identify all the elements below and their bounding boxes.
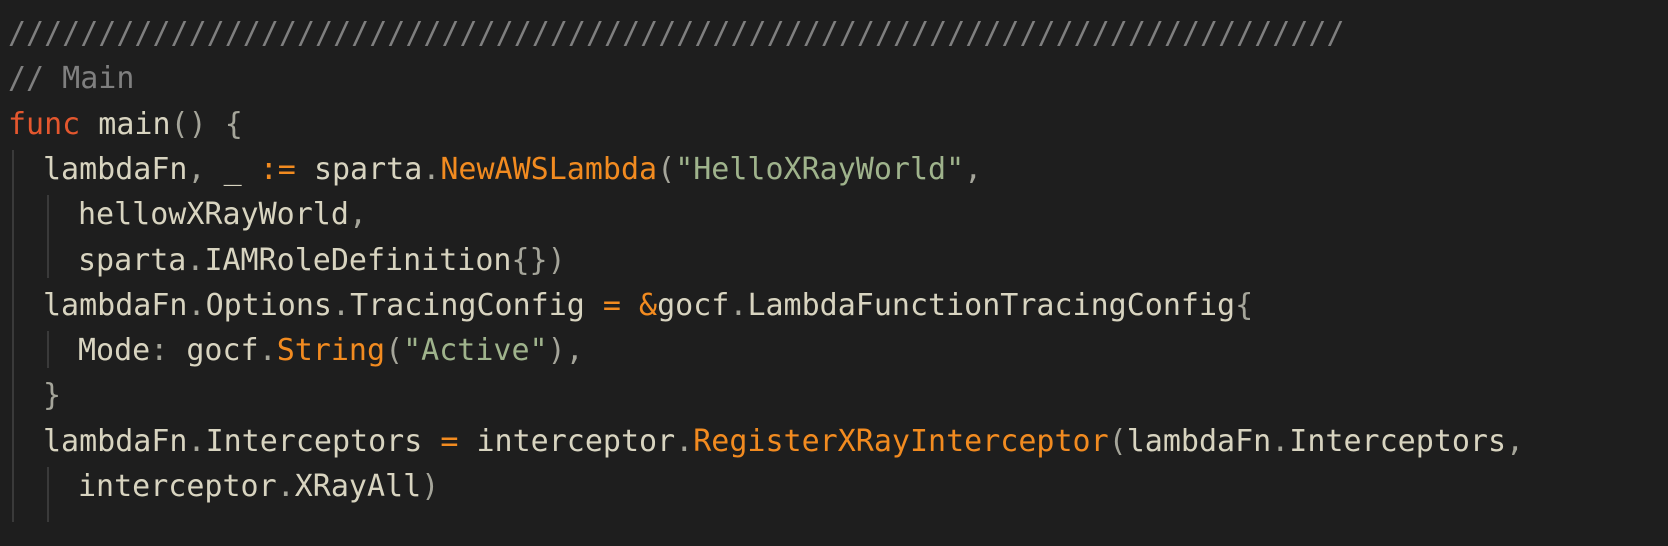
code-token-func: NewAWSLambda	[440, 151, 658, 187]
code-token-keyword: func	[8, 106, 81, 142]
code-editor[interactable]: ////////////////////////////////////////…	[0, 0, 1668, 546]
code-token-punct: :	[150, 333, 187, 369]
code-token-punct: (	[657, 151, 676, 187]
code-token-op: = &	[584, 287, 658, 323]
code-token-ident: lambdaFn	[43, 151, 188, 187]
code-token-string: "Active"	[403, 333, 548, 369]
code-token-ident: LambdaFunctionTracingConfig	[747, 287, 1236, 323]
code-line: hellowXRayWorld,	[78, 191, 367, 239]
code-token-ident: XRayAll	[294, 469, 422, 504]
code-token-punct: .	[258, 333, 277, 369]
code-token-ident: hellowXRayWorld	[78, 197, 349, 233]
code-token-punct: .	[187, 423, 206, 459]
code-token-punct: .	[332, 287, 351, 323]
code-token-ident: sparta	[78, 242, 187, 278]
code-token-ident: interceptor	[476, 423, 676, 459]
indent-guide	[12, 149, 14, 523]
code-token-ident: Mode	[78, 333, 151, 369]
code-line: sparta.IAMRoleDefinition{})	[78, 237, 566, 285]
code-line: lambdaFn.Interceptors = interceptor.Regi…	[43, 418, 1524, 466]
code-token-punct: ,	[348, 197, 367, 233]
indent-guide	[47, 195, 49, 278]
code-token-comment: ////////////////////////////////////////…	[8, 16, 1345, 51]
code-token-punct: .	[675, 423, 694, 459]
code-token-punct: )	[421, 469, 440, 504]
code-token-punct: .	[276, 469, 295, 504]
code-token-ident: Options	[205, 287, 332, 323]
code-token-punct: .	[422, 151, 441, 187]
code-line: Mode: gocf.String("Active"),	[78, 327, 584, 375]
code-token-punct: .	[1271, 423, 1290, 459]
code-token-punct: .	[186, 242, 205, 278]
code-token-punct: (	[1108, 423, 1127, 459]
code-token-string: "HelloXRayWorld"	[675, 151, 965, 187]
code-line: // Main	[8, 55, 134, 103]
code-token-punct: ,	[964, 151, 983, 187]
code-token-op: :=	[241, 151, 314, 187]
code-token-ident: lambdaFn	[43, 287, 188, 323]
code-token-func: RegisterXRayInterceptor	[693, 423, 1109, 459]
code-token-ident: lambdaFn	[1126, 423, 1272, 459]
code-token-punct: (	[385, 333, 404, 369]
code-token-comment: // Main	[8, 61, 135, 97]
code-line: lambdaFn.Options.TracingConfig = &gocf.L…	[43, 282, 1253, 330]
code-token-punct: .	[187, 287, 206, 323]
code-token-punct: {	[1235, 287, 1254, 323]
code-token-punct: }	[43, 378, 62, 414]
indent-guide	[47, 467, 49, 523]
indent-guide	[47, 331, 49, 369]
code-token-ident: lambdaFn	[43, 423, 188, 459]
code-token-punct: ,	[1506, 423, 1525, 459]
code-token-ident: TracingConfig	[350, 287, 585, 323]
code-line: }	[43, 372, 61, 420]
code-token-ident: Interceptors	[1289, 423, 1507, 459]
code-token-ident: _	[223, 151, 242, 187]
code-token-ident: gocf	[186, 333, 259, 369]
code-line: ////////////////////////////////////////…	[8, 10, 1345, 58]
code-token-ident: sparta	[313, 151, 423, 187]
code-token-punct: () {	[170, 106, 243, 142]
code-token-punct: {})	[511, 242, 566, 278]
code-token-punct: ,	[187, 151, 224, 187]
code-token-op: =	[422, 423, 477, 459]
code-line: interceptor.XRayAll)	[78, 463, 439, 511]
code-token-ident: main	[80, 106, 171, 142]
code-token-ident: gocf	[657, 287, 730, 323]
code-token-ident: Interceptors	[205, 423, 423, 459]
code-token-ident: IAMRoleDefinition	[204, 242, 512, 278]
code-token-func: String	[276, 333, 386, 369]
code-line: func main() {	[8, 101, 243, 149]
code-line: lambdaFn, _ := sparta.NewAWSLambda("Hell…	[43, 146, 982, 194]
code-token-punct: .	[729, 287, 748, 323]
code-token-punct: ),	[547, 333, 584, 369]
code-token-ident: interceptor	[78, 469, 277, 504]
